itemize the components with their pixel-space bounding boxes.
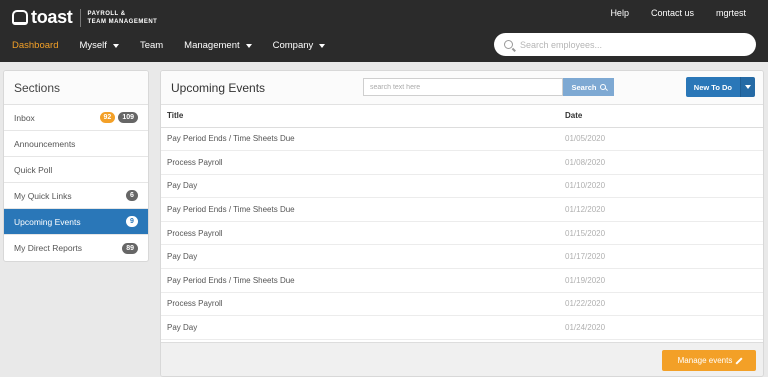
sidebar-item-label: My Quick Links — [14, 190, 72, 201]
inbox-total-badge: 109 — [118, 112, 138, 123]
toast-logo-icon — [12, 10, 28, 25]
event-title: Process Payroll — [161, 221, 561, 246]
chevron-down-icon — [745, 85, 751, 89]
logo-text: toast — [31, 7, 73, 27]
table-row[interactable]: Pay Period Ends / Time Sheets Due 01/12/2… — [161, 197, 763, 222]
event-date: 01/17/2020 — [561, 244, 763, 270]
pencil-icon — [735, 356, 743, 365]
sidebar-item-label: Announcements — [14, 138, 76, 149]
manage-events-label: Manage events — [677, 356, 733, 365]
panel-title: Upcoming Events — [171, 81, 266, 95]
count-badge: 6 — [126, 190, 138, 201]
logo-subtitle: PAYROLL & TEAM MANAGEMENT — [88, 10, 158, 26]
event-date: 01/19/2020 — [561, 268, 763, 293]
nav-company[interactable]: Company — [273, 40, 326, 51]
user-menu-link[interactable]: mgrtest — [716, 8, 746, 18]
new-todo-button[interactable]: New To Do — [685, 77, 740, 97]
event-date: 01/08/2020 — [561, 150, 763, 175]
sidebar-item-label: Upcoming Events — [14, 216, 81, 227]
table-row[interactable]: Pay Day 01/17/2020 — [161, 244, 763, 270]
events-table: Title Date Pay Period Ends / Time Sheets… — [161, 105, 763, 340]
new-todo-dropdown-toggle[interactable] — [740, 77, 755, 97]
chevron-down-icon — [245, 43, 252, 48]
event-title: Pay Period Ends / Time Sheets Due — [161, 127, 561, 152]
sidebar-item-upcoming-events[interactable]: Upcoming Events 9 — [4, 209, 148, 235]
event-title: Pay Period Ends / Time Sheets Due — [161, 197, 561, 222]
toast-logo[interactable]: toast PAYROLL & TEAM MANAGEMENT — [12, 7, 157, 28]
nav-team[interactable]: Team — [140, 40, 163, 51]
sections-sidebar: Sections Inbox 92 109 Announcements Quic… — [3, 70, 149, 262]
inbox-unread-badge: 92 — [99, 112, 116, 123]
nav-management-label: Management — [184, 40, 240, 51]
logo-subtitle-line1: PAYROLL & — [87, 10, 126, 17]
event-date: 01/15/2020 — [561, 221, 763, 246]
event-title: Process Payroll — [161, 292, 561, 317]
sidebar-item-my-direct-reports[interactable]: My Direct Reports 89 — [4, 235, 148, 261]
nav-company-label: Company — [272, 40, 314, 51]
manage-events-button[interactable]: Manage events — [662, 350, 756, 371]
top-navigation-bar: toast PAYROLL & TEAM MANAGEMENT Help Con… — [0, 0, 768, 62]
sidebar-item-inbox[interactable]: Inbox 92 109 — [4, 105, 148, 131]
nav-management[interactable]: Management — [184, 40, 252, 51]
top-links: Help Contact us mgrtest — [610, 8, 746, 18]
new-todo-button-group: New To Do — [685, 77, 755, 97]
sidebar-item-my-quick-links[interactable]: My Quick Links 6 — [4, 183, 148, 209]
table-row[interactable]: Process Payroll 01/08/2020 — [161, 150, 763, 175]
sidebar-item-announcements[interactable]: Announcements — [4, 131, 148, 157]
event-date: 01/22/2020 — [561, 292, 763, 317]
search-button-label: Search — [571, 82, 597, 92]
table-header-row: Title Date — [161, 105, 763, 128]
contact-us-link[interactable]: Contact us — [651, 8, 694, 18]
event-title: Process Payroll — [161, 150, 561, 175]
panel-footer: Manage events — [161, 342, 763, 376]
nav-dashboard-label: Dashboard — [12, 40, 59, 51]
nav-team-label: Team — [139, 40, 164, 51]
table-row[interactable]: Pay Day 01/24/2020 — [161, 315, 763, 340]
column-header-title[interactable]: Title — [161, 105, 561, 128]
column-header-date[interactable]: Date — [561, 105, 763, 128]
table-row[interactable]: Process Payroll 01/22/2020 — [161, 292, 763, 317]
table-row[interactable]: Process Payroll 01/15/2020 — [161, 221, 763, 246]
sidebar-item-label: Quick Poll — [14, 164, 53, 175]
table-row[interactable]: Pay Day 01/10/2020 — [161, 174, 763, 199]
logo-divider — [79, 8, 81, 27]
sidebar-title: Sections — [4, 71, 148, 105]
event-title: Pay Day — [161, 315, 561, 340]
sidebar-item-label: My Direct Reports — [14, 243, 83, 253]
event-search-input[interactable] — [363, 78, 563, 96]
upcoming-events-panel: Upcoming Events Search New To Do Title D… — [160, 70, 764, 377]
logo-subtitle-line2: TEAM MANAGEMENT — [87, 18, 158, 25]
count-badge: 89 — [122, 242, 138, 254]
event-title: Pay Day — [161, 244, 561, 270]
employee-search-input[interactable] — [520, 39, 740, 50]
search-button[interactable]: Search — [563, 78, 614, 96]
event-date: 01/12/2020 — [561, 197, 763, 222]
count-badge: 9 — [126, 216, 138, 227]
event-title: Pay Period Ends / Time Sheets Due — [161, 268, 561, 293]
nav-myself[interactable]: Myself — [79, 40, 119, 51]
event-date: 01/24/2020 — [561, 315, 763, 340]
chevron-down-icon — [112, 43, 119, 48]
employee-search-box[interactable] — [494, 33, 756, 56]
chevron-down-icon — [319, 43, 326, 48]
sidebar-item-label: Inbox — [14, 112, 35, 123]
table-row[interactable]: Pay Period Ends / Time Sheets Due 01/19/2… — [161, 268, 763, 293]
table-row[interactable]: Pay Period Ends / Time Sheets Due 01/05/2… — [161, 127, 763, 152]
nav-myself-label: Myself — [79, 40, 107, 51]
nav-dashboard[interactable]: Dashboard — [12, 40, 58, 51]
panel-header: Upcoming Events Search New To Do — [161, 71, 763, 105]
sidebar-item-quick-poll[interactable]: Quick Poll — [4, 157, 148, 183]
help-link[interactable]: Help — [610, 8, 629, 18]
search-icon — [599, 84, 606, 90]
main-nav: Dashboard Myself Team Management Company — [12, 40, 326, 51]
event-date: 01/10/2020 — [561, 174, 763, 199]
event-title: Pay Day — [161, 174, 561, 199]
search-icon — [504, 40, 513, 49]
event-date: 01/05/2020 — [561, 127, 763, 152]
